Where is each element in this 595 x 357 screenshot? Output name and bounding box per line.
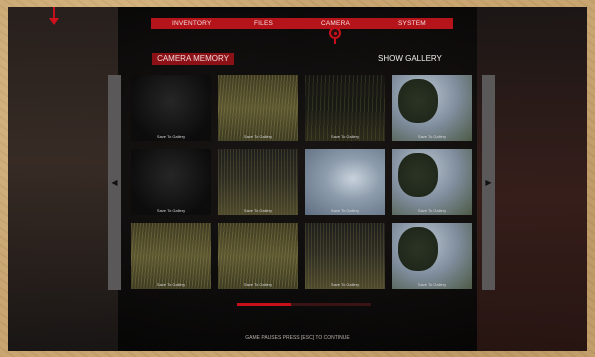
photo-thumbnail[interactable]: Save To Gallery xyxy=(392,223,472,289)
game-screen: INVENTORY FILES CAMERA SYSTEM CAMERA MEM… xyxy=(8,7,587,351)
next-page-button[interactable]: ▶ xyxy=(482,75,495,290)
tab-files[interactable]: FILES xyxy=(254,18,273,29)
tree-silhouette xyxy=(398,79,438,123)
save-to-gallery-caption: Save To Gallery xyxy=(156,134,186,139)
save-to-gallery-caption: Save To Gallery xyxy=(330,282,360,287)
photo-thumbnail[interactable]: Save To Gallery xyxy=(131,149,211,215)
save-to-gallery-caption: Save To Gallery xyxy=(417,208,447,213)
photo-thumbnail[interactable]: Save To Gallery xyxy=(218,149,298,215)
tree-silhouette xyxy=(398,153,438,197)
arrow-down-icon xyxy=(49,18,59,25)
photo-thumbnail[interactable]: Save To Gallery xyxy=(131,75,211,141)
show-gallery-button[interactable]: SHOW GALLERY xyxy=(378,53,442,65)
page-progress-bar xyxy=(237,303,371,306)
tab-system[interactable]: SYSTEM xyxy=(398,18,426,29)
save-to-gallery-caption: Save To Gallery xyxy=(243,208,273,213)
save-to-gallery-caption: Save To Gallery xyxy=(156,282,186,287)
page-progress-fill xyxy=(237,303,291,306)
photo-thumbnail[interactable]: Save To Gallery xyxy=(305,223,385,289)
chevron-left-icon: ◀ xyxy=(111,177,118,187)
photo-thumbnail[interactable]: Save To Gallery xyxy=(305,149,385,215)
prev-page-button[interactable]: ◀ xyxy=(108,75,121,290)
background-left xyxy=(8,7,118,351)
save-to-gallery-caption: Save To Gallery xyxy=(243,282,273,287)
menu-tab-bar: INVENTORY FILES CAMERA SYSTEM xyxy=(151,18,453,29)
photo-thumbnail[interactable]: Save To Gallery xyxy=(392,75,472,141)
photo-thumbnail[interactable]: Save To Gallery xyxy=(218,223,298,289)
save-to-gallery-caption: Save To Gallery xyxy=(243,134,273,139)
save-to-gallery-caption: Save To Gallery xyxy=(330,208,360,213)
camera-lens-icon xyxy=(329,27,341,39)
tree-silhouette xyxy=(398,227,438,271)
save-to-gallery-caption: Save To Gallery xyxy=(417,134,447,139)
save-to-gallery-caption: Save To Gallery xyxy=(156,208,186,213)
save-to-gallery-caption: Save To Gallery xyxy=(417,282,447,287)
photo-thumbnail[interactable]: Save To Gallery xyxy=(218,75,298,141)
camera-lens-dot xyxy=(334,32,337,35)
camera-memory-label[interactable]: CAMERA MEMORY xyxy=(152,53,234,65)
pause-hint: GAME PAUSES PRESS [ESC] TO CONTINUE xyxy=(245,335,350,341)
tab-inventory[interactable]: INVENTORY xyxy=(172,18,212,29)
save-to-gallery-caption: Save To Gallery xyxy=(330,134,360,139)
photo-thumbnail[interactable]: Save To Gallery xyxy=(131,223,211,289)
chevron-right-icon: ▶ xyxy=(485,177,492,187)
photo-thumbnail[interactable]: Save To Gallery xyxy=(305,75,385,141)
camera-indicator-stem xyxy=(334,39,336,44)
photo-thumbnail[interactable]: Save To Gallery xyxy=(392,149,472,215)
photo-grid: Save To Gallery Save To Gallery Save To Ga… xyxy=(131,75,475,290)
